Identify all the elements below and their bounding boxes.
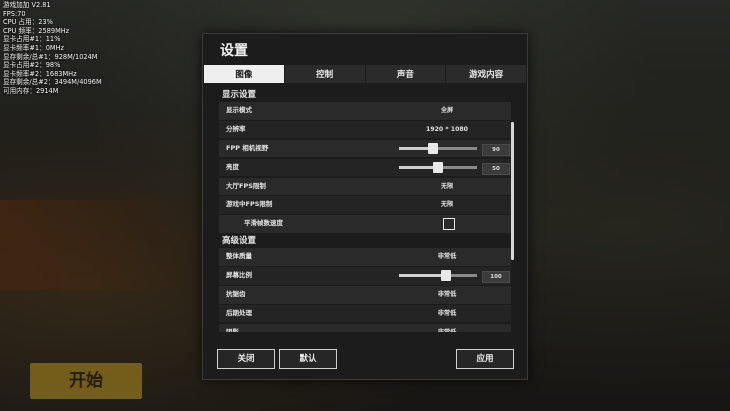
screen-scale-slider[interactable] — [399, 270, 477, 282]
slider-thumb[interactable] — [428, 142, 439, 154]
smooth-framerate-checkbox[interactable] — [443, 218, 455, 231]
setting-display-mode[interactable]: 显示模式 全屏 — [219, 102, 511, 120]
setting-label: 亮度 — [226, 162, 239, 171]
section-advanced-title: 高级设置 — [222, 236, 257, 247]
screen-scale-value-input[interactable]: 100 — [482, 271, 510, 284]
setting-label: FPP 相机视野 — [226, 143, 269, 152]
performance-overlay: 游戏加加 V2.81 FPS:70 CPU 占用：23% CPU 频率：2589… — [3, 1, 102, 96]
setting-smooth-framerate: 平滑帧数速度 — [219, 215, 511, 233]
fov-slider[interactable] — [399, 142, 477, 154]
stat-line: 显存剩余/总#1：928M/1024M — [3, 52, 98, 61]
setting-label: 阴影 — [226, 327, 239, 332]
section-display-title: 显示设置 — [222, 90, 257, 100]
settings-dialog: 设置 图像 控制 声音 游戏内容 显示设置 显示模式 全屏 分辨率 1920 *… — [202, 33, 528, 380]
setting-label: 后期处理 — [226, 308, 252, 317]
tab-bar: 图像 控制 声音 游戏内容 — [204, 65, 526, 83]
setting-label: 屏幕比例 — [226, 271, 252, 280]
setting-label: 抗锯齿 — [226, 290, 246, 299]
tab-sound[interactable]: 声音 — [365, 65, 446, 83]
setting-value[interactable]: 非常低 — [412, 248, 482, 266]
stat-line: CPU 占用：23% — [3, 18, 53, 27]
setting-label: 游戏中FPS限制 — [226, 200, 273, 209]
setting-overall-quality[interactable]: 整体质量 非常低 — [219, 248, 511, 266]
setting-label: 分辨率 — [226, 124, 246, 133]
setting-value[interactable]: 无限 — [412, 196, 482, 214]
stat-line: 显卡频率#1：0MHz — [3, 43, 64, 52]
setting-fpp-fov: FPP 相机视野 90 — [219, 139, 511, 158]
dialog-footer: 关闭 默认 应用 — [217, 349, 514, 369]
setting-value[interactable]: 非常低 — [412, 324, 482, 332]
stat-line: 显卡占用#2：98% — [3, 61, 61, 70]
apply-button[interactable]: 应用 — [456, 349, 514, 369]
setting-ingame-fps-limit[interactable]: 游戏中FPS限制 无限 — [219, 196, 511, 214]
default-button[interactable]: 默认 — [279, 349, 337, 369]
setting-value[interactable]: 全屏 — [412, 102, 482, 120]
fov-value-input[interactable]: 90 — [482, 143, 510, 156]
dialog-title: 设置 — [220, 43, 248, 59]
settings-scrollbar[interactable] — [511, 122, 514, 260]
setting-label: 显示模式 — [226, 106, 252, 114]
setting-value[interactable]: 无限 — [412, 178, 482, 196]
slider-thumb[interactable] — [440, 270, 451, 282]
stat-line: 游戏加加 V2.81 — [3, 1, 51, 9]
tab-gameplay[interactable]: 游戏内容 — [446, 65, 526, 83]
slider-fill — [399, 274, 446, 278]
stat-line: 可用内存：2914M — [3, 86, 59, 95]
tab-graphics[interactable]: 图像 — [204, 65, 284, 83]
setting-post-processing[interactable]: 后期处理 非常低 — [219, 304, 511, 323]
setting-value[interactable]: 非常低 — [412, 305, 482, 323]
setting-anti-aliasing[interactable]: 抗锯齿 非常低 — [219, 286, 511, 304]
setting-label: 大厅FPS限制 — [226, 181, 266, 190]
setting-brightness: 亮度 50 — [219, 158, 511, 177]
setting-screen-scale: 屏幕比例 100 — [219, 267, 511, 285]
brightness-slider[interactable] — [399, 161, 477, 173]
setting-resolution[interactable]: 分辨率 1920 * 1080 — [219, 120, 511, 139]
tab-controls[interactable]: 控制 — [284, 65, 365, 83]
stat-line: 显存剩余/总#2：3494M/4096M — [3, 78, 102, 87]
setting-shadows[interactable]: 阴影 非常低 — [219, 323, 511, 332]
setting-label: 平滑帧数速度 — [244, 219, 283, 228]
stat-line: 显卡占用#1：11% — [3, 35, 61, 44]
close-button[interactable]: 关闭 — [217, 349, 275, 369]
setting-label: 整体质量 — [226, 252, 252, 261]
brightness-value-input[interactable]: 50 — [482, 162, 510, 175]
setting-lobby-fps-limit[interactable]: 大厅FPS限制 无限 — [219, 177, 511, 196]
slider-thumb[interactable] — [433, 161, 443, 173]
stat-line: FPS:70 — [3, 9, 26, 18]
settings-list: 显示设置 显示模式 全屏 分辨率 1920 * 1080 FPP 相机视野 90… — [219, 88, 511, 332]
setting-value[interactable]: 非常低 — [412, 286, 482, 304]
setting-value[interactable]: 1920 * 1080 — [412, 121, 482, 139]
